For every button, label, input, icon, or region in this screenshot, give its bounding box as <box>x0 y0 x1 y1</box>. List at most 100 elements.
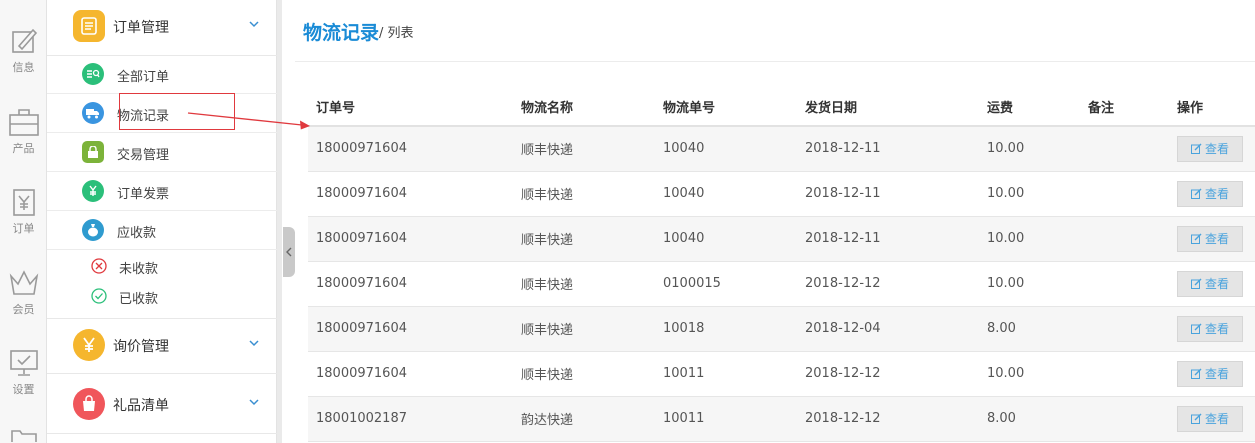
menu-item-transactions[interactable]: 交易管理 <box>47 133 277 172</box>
view-button[interactable]: 查看 <box>1177 270 1243 297</box>
panel-splitter <box>277 0 282 443</box>
money-bag-icon <box>82 219 104 241</box>
table-row: 18000971604 顺丰快递 10040 2018-12-11 10.00 … <box>308 171 1255 217</box>
cell-carrier: 韵达快递 <box>513 396 655 442</box>
view-button-label: 查看 <box>1204 322 1229 336</box>
rail-label-info: 信息 <box>12 61 35 74</box>
view-button-label: 查看 <box>1204 412 1229 426</box>
cell-action: 查看 <box>1169 351 1255 397</box>
menu-group-gifts[interactable]: 礼品清单 <box>47 378 277 434</box>
order-search-icon <box>82 63 104 85</box>
rail-item-member[interactable]: 会员 <box>0 268 47 317</box>
edit-icon <box>1190 188 1202 199</box>
invoice-icon <box>82 180 104 202</box>
table-row: 18000971604 顺丰快递 10040 2018-12-11 10.00 … <box>308 216 1255 262</box>
col-note: 备注 <box>1080 88 1169 127</box>
menu-item-unpaid-label: 未收款 <box>119 262 159 277</box>
view-button[interactable]: 查看 <box>1177 180 1243 207</box>
logistics-highlight-box <box>119 93 235 130</box>
chevron-down-icon <box>249 340 259 347</box>
cell-fee: 10.00 <box>979 126 1080 172</box>
cell-fee: 10.00 <box>979 351 1080 397</box>
edit-icon <box>1190 413 1202 424</box>
cell-note <box>1080 261 1169 307</box>
cell-action: 查看 <box>1169 126 1255 172</box>
logistics-table: 订单号 物流名称 物流单号 发货日期 运费 备注 操作 18000971604 … <box>308 88 1255 442</box>
cell-action: 查看 <box>1169 306 1255 352</box>
x-circle-icon <box>91 258 107 274</box>
rail-item-order[interactable]: 订单 <box>0 187 47 236</box>
menu-item-all-orders-label: 全部订单 <box>117 70 170 85</box>
cell-note <box>1080 306 1169 352</box>
briefcase-icon <box>8 109 39 136</box>
order-list-icon <box>73 10 105 42</box>
rail-item-info[interactable]: 信息 <box>0 26 47 75</box>
edit-icon <box>1190 368 1202 379</box>
cell-action: 查看 <box>1169 261 1255 307</box>
chevron-down-icon <box>249 21 259 28</box>
cell-tracking-no: 10011 <box>655 396 797 442</box>
truck-icon <box>82 102 104 124</box>
rail-item-product[interactable]: 产品 <box>0 107 47 156</box>
col-fee: 运费 <box>979 88 1080 127</box>
view-button[interactable]: 查看 <box>1177 315 1243 342</box>
cell-action: 查看 <box>1169 396 1255 442</box>
menu-item-all-orders[interactable]: 全部订单 <box>47 55 277 94</box>
cell-tracking-no: 10040 <box>655 171 797 217</box>
cell-note <box>1080 396 1169 442</box>
main-content: 物流记录 / 列表 订单号 物流名称 物流单号 发货日期 运费 备注 操作 18… <box>295 0 1255 443</box>
shopping-bag-icon <box>73 388 105 420</box>
view-button[interactable]: 查看 <box>1177 135 1243 162</box>
edit-icon <box>1190 233 1202 244</box>
view-button[interactable]: 查看 <box>1177 225 1243 252</box>
view-button[interactable]: 查看 <box>1177 405 1243 432</box>
cell-carrier: 顺丰快递 <box>513 126 655 172</box>
table-row: 18000971604 顺丰快递 10040 2018-12-11 10.00 … <box>308 126 1255 172</box>
view-button-label: 查看 <box>1204 142 1229 157</box>
menu-group-gifts-label: 礼品清单 <box>113 398 169 414</box>
menu-item-paid[interactable]: 已收款 <box>47 281 277 311</box>
cell-ship-date: 2018-12-04 <box>797 306 979 352</box>
page-header: 物流记录 / 列表 <box>295 0 1255 62</box>
menu-group-orders[interactable]: 订单管理 <box>47 0 277 56</box>
view-button[interactable]: 查看 <box>1177 360 1243 387</box>
cell-carrier: 顺丰快递 <box>513 171 655 217</box>
yen-icon <box>73 329 105 361</box>
breadcrumb: / 列表 <box>379 26 414 41</box>
cell-ship-date: 2018-12-12 <box>797 396 979 442</box>
cell-fee: 8.00 <box>979 396 1080 442</box>
check-circle-icon <box>91 288 107 304</box>
view-button-label: 查看 <box>1204 277 1229 291</box>
cell-fee: 10.00 <box>979 216 1080 262</box>
cell-order-no: 18000971604 <box>308 216 513 262</box>
menu-group-inquiry-label: 询价管理 <box>113 339 169 355</box>
cell-note <box>1080 216 1169 262</box>
menu-item-unpaid[interactable]: 未收款 <box>47 251 277 281</box>
cell-ship-date: 2018-12-11 <box>797 216 979 262</box>
cell-note <box>1080 351 1169 397</box>
table-row: 18000971604 顺丰快递 0100015 2018-12-12 10.0… <box>308 261 1255 307</box>
cell-action: 查看 <box>1169 216 1255 262</box>
menu-item-receivable[interactable]: 应收款 <box>47 211 277 250</box>
cell-note <box>1080 171 1169 217</box>
cell-carrier: 顺丰快递 <box>513 216 655 262</box>
cell-order-no: 18000971604 <box>308 261 513 307</box>
view-button-label: 查看 <box>1204 232 1229 246</box>
cell-fee: 10.00 <box>979 261 1080 307</box>
cell-order-no: 18001002187 <box>308 396 513 442</box>
cell-ship-date: 2018-12-11 <box>797 126 979 172</box>
rail-label-product: 产品 <box>12 142 35 155</box>
rail-item-settings[interactable]: 设置 <box>0 348 47 397</box>
collapse-handle[interactable] <box>283 227 295 277</box>
menu-group-inquiry[interactable]: 询价管理 <box>47 318 277 374</box>
rail-label-member: 会员 <box>12 303 35 316</box>
cell-ship-date: 2018-12-11 <box>797 171 979 217</box>
menu-group-orders-label: 订单管理 <box>113 20 169 36</box>
table-row: 18001002187 韵达快递 10011 2018-12-12 8.00 查… <box>308 396 1255 442</box>
chevron-left-icon <box>286 247 292 257</box>
rail-item-more[interactable] <box>0 428 47 443</box>
menu-item-invoice[interactable]: 订单发票 <box>47 172 277 211</box>
rail-label-settings: 设置 <box>12 383 35 396</box>
rail-label-order: 订单 <box>12 222 35 235</box>
edit-icon <box>1190 143 1202 155</box>
